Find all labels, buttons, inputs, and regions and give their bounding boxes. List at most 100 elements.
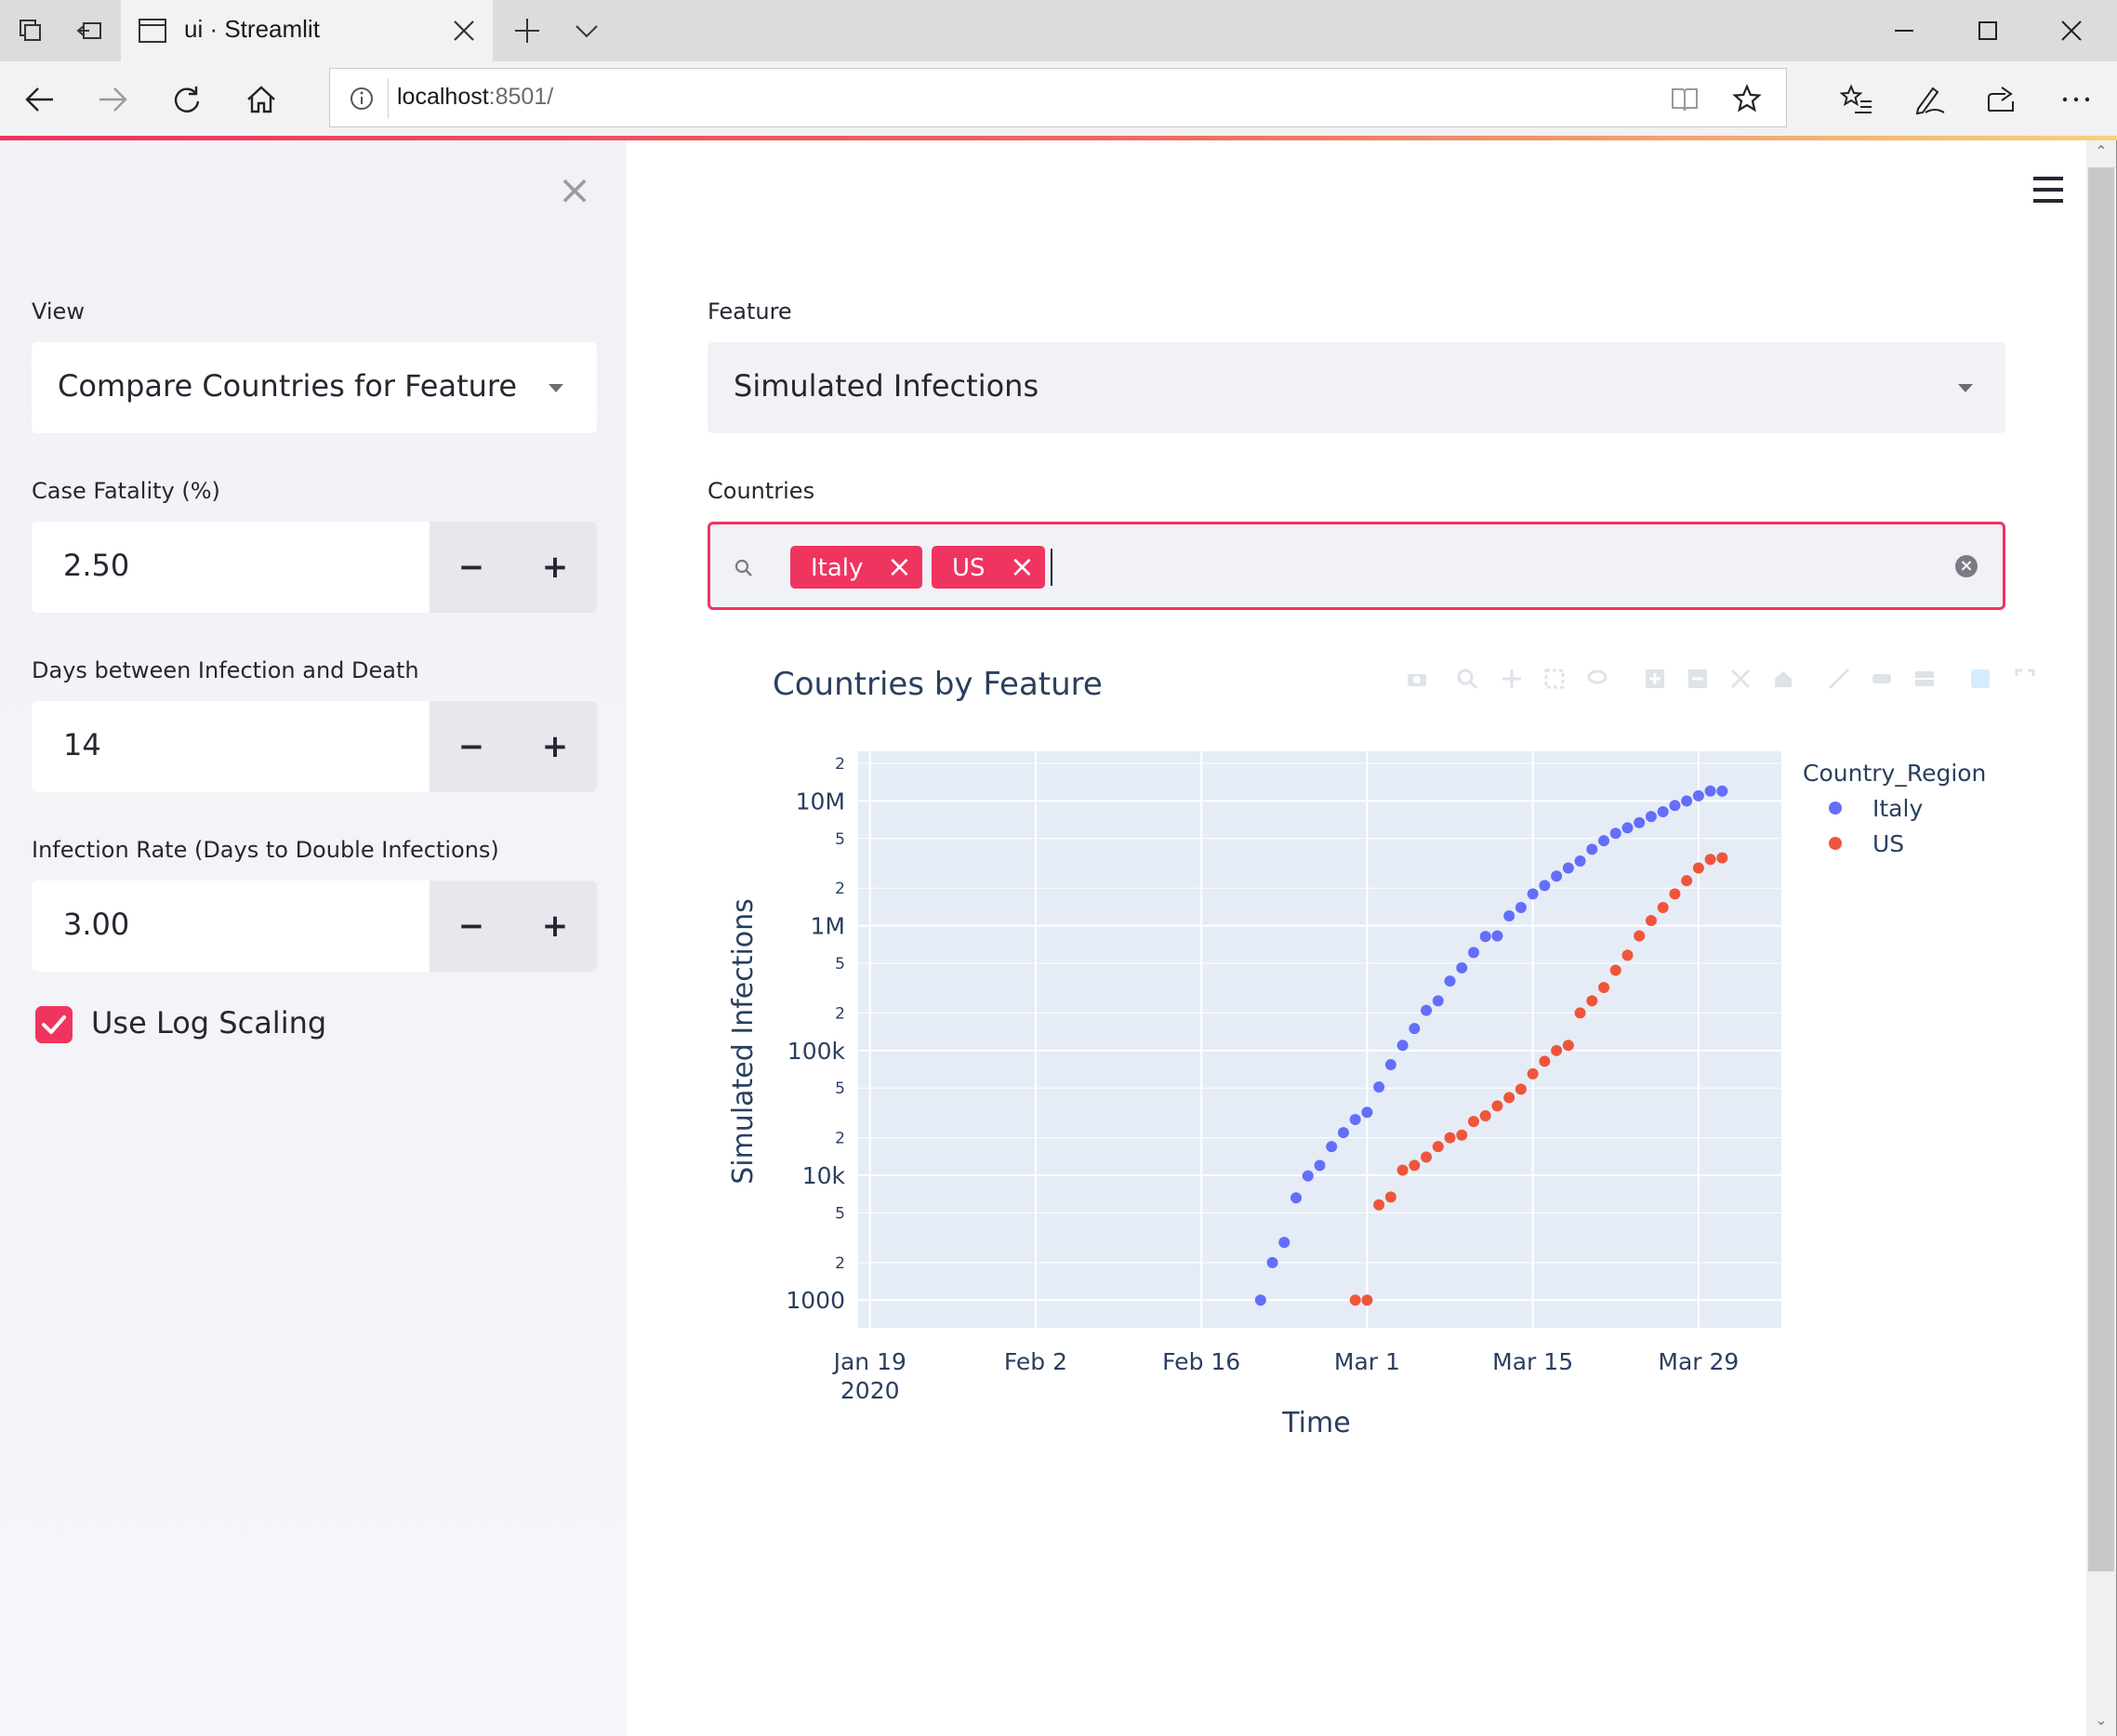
data-point-italy <box>1503 909 1515 921</box>
scroll-up-icon[interactable]: ⌃ <box>2094 144 2109 159</box>
days-between-increment-button[interactable]: + <box>513 701 597 792</box>
data-point-us <box>1373 1199 1385 1211</box>
close-tab-icon[interactable] <box>452 19 476 43</box>
legend-item-us[interactable]: US <box>1829 830 1904 857</box>
data-point-us <box>1634 930 1646 942</box>
data-point-italy <box>1515 901 1527 913</box>
countries-label: Countries <box>708 478 815 504</box>
data-point-italy <box>1551 870 1563 882</box>
y-minor-tick-label: 2 <box>835 1004 845 1023</box>
home-icon[interactable] <box>240 78 283 121</box>
data-point-us <box>1692 862 1704 874</box>
days-between-decrement-button[interactable]: − <box>430 701 513 792</box>
reading-view-icon[interactable] <box>1671 86 1699 112</box>
data-point-italy <box>1290 1192 1303 1204</box>
y-minor-tick-label: 2 <box>835 1254 845 1273</box>
share-icon[interactable] <box>1980 78 2023 121</box>
data-point-italy <box>1373 1081 1385 1093</box>
days-between-input[interactable]: 14 <box>32 701 430 792</box>
data-point-italy <box>1361 1107 1373 1119</box>
data-point-us <box>1421 1151 1433 1163</box>
pen-notes-icon[interactable] <box>1908 78 1951 121</box>
favorite-star-icon[interactable] <box>1732 84 1762 113</box>
data-point-italy <box>1278 1237 1290 1249</box>
log-scaling-checkbox[interactable] <box>35 1006 73 1043</box>
remove-italy-close-icon[interactable]: × <box>887 550 912 583</box>
x-axis-ticks: Jan 192020 Feb 2 Feb 16 Mar 1 Mar 15 Mar 29 <box>832 1348 1740 1404</box>
data-point-italy <box>1421 1004 1433 1016</box>
y-minor-tick-label: 5 <box>835 1204 845 1223</box>
data-point-italy <box>1302 1170 1314 1182</box>
data-point-us <box>1515 1083 1527 1095</box>
remove-us-close-icon[interactable]: × <box>1010 550 1035 583</box>
log-scaling-label: Use Log Scaling <box>91 1005 327 1040</box>
chevron-down-icon <box>549 384 563 392</box>
case-fatality-stepper: 2.50 − + <box>32 522 597 613</box>
data-point-us <box>1551 1044 1563 1056</box>
countries-multiselect[interactable]: Italy × US × × <box>708 522 2005 610</box>
y-tick-label: 100k <box>787 1038 846 1065</box>
set-tabs-aside-icon[interactable] <box>73 13 108 48</box>
x-axis-label: Time <box>1281 1407 1350 1439</box>
data-point-italy <box>1657 805 1669 817</box>
country-chip-italy: Italy × <box>790 546 922 589</box>
site-info-icon[interactable] <box>349 86 375 112</box>
favorites-list-icon[interactable] <box>1835 78 1878 121</box>
plot-area <box>858 751 1781 1328</box>
navigation-bar: localhost:8501/ <box>0 61 2117 136</box>
data-point-italy <box>1349 1114 1361 1126</box>
data-point-italy <box>1456 961 1468 974</box>
forward-arrow-icon[interactable] <box>91 78 134 121</box>
data-point-us <box>1396 1164 1409 1176</box>
data-point-us <box>1491 1100 1503 1112</box>
case-fatality-decrement-button[interactable]: − <box>430 522 513 613</box>
data-point-italy <box>1692 789 1704 802</box>
data-point-italy <box>1527 888 1539 900</box>
view-select-value: Compare Countries for Feature <box>58 368 518 404</box>
data-point-us <box>1361 1294 1373 1306</box>
data-point-italy <box>1479 931 1491 943</box>
refresh-icon[interactable] <box>165 78 208 121</box>
scrollbar-thumb[interactable] <box>2088 167 2114 1571</box>
data-point-us <box>1716 852 1728 864</box>
hamburger-menu-icon[interactable] <box>2033 177 2063 203</box>
text-cursor <box>1051 549 1052 586</box>
infection-rate-increment-button[interactable]: + <box>513 881 597 972</box>
tab-actions-icon[interactable] <box>13 13 48 48</box>
maximize-icon[interactable] <box>1946 0 2030 61</box>
feature-select[interactable]: Simulated Infections <box>708 342 2005 433</box>
address-bar[interactable]: localhost:8501/ <box>329 68 1787 127</box>
data-point-us <box>1621 949 1634 961</box>
case-fatality-input[interactable]: 2.50 <box>32 522 430 613</box>
data-point-italy <box>1609 828 1621 840</box>
clear-all-close-icon[interactable]: × <box>1955 555 1978 577</box>
data-point-italy <box>1491 930 1503 942</box>
scroll-down-icon[interactable]: ⌄ <box>2094 1713 2109 1728</box>
legend-item-italy[interactable]: Italy <box>1829 795 1923 822</box>
data-point-us <box>1669 888 1681 900</box>
more-options-icon[interactable] <box>2055 78 2097 121</box>
minimize-icon[interactable] <box>1862 0 1946 61</box>
data-point-italy <box>1574 855 1586 868</box>
country-chip-us: US × <box>932 546 1045 589</box>
y-minor-tick-label: 2 <box>835 755 845 774</box>
back-arrow-icon[interactable] <box>19 78 61 121</box>
close-window-icon[interactable] <box>2030 0 2113 61</box>
sidebar-close-icon[interactable]: × <box>556 170 593 211</box>
y-tick-label: 10M <box>796 788 845 815</box>
data-point-italy <box>1468 947 1479 959</box>
tab-list-chevron-down-icon[interactable] <box>569 13 604 48</box>
x-tick-label: Feb 2 <box>1004 1348 1067 1375</box>
data-point-italy <box>1326 1141 1338 1153</box>
new-tab-icon[interactable] <box>509 13 545 48</box>
browser-tab[interactable]: ui · Streamlit <box>121 0 493 61</box>
infection-rate-decrement-button[interactable]: − <box>430 881 513 972</box>
data-point-us <box>1704 854 1716 866</box>
data-point-us <box>1409 1160 1421 1172</box>
data-point-italy <box>1254 1294 1266 1306</box>
case-fatality-increment-button[interactable]: + <box>513 522 597 613</box>
infection-rate-input[interactable]: 3.00 <box>32 881 430 972</box>
data-point-italy <box>1396 1040 1409 1052</box>
days-between-label: Days between Infection and Death <box>32 657 419 683</box>
view-select[interactable]: Compare Countries for Feature <box>32 342 597 433</box>
